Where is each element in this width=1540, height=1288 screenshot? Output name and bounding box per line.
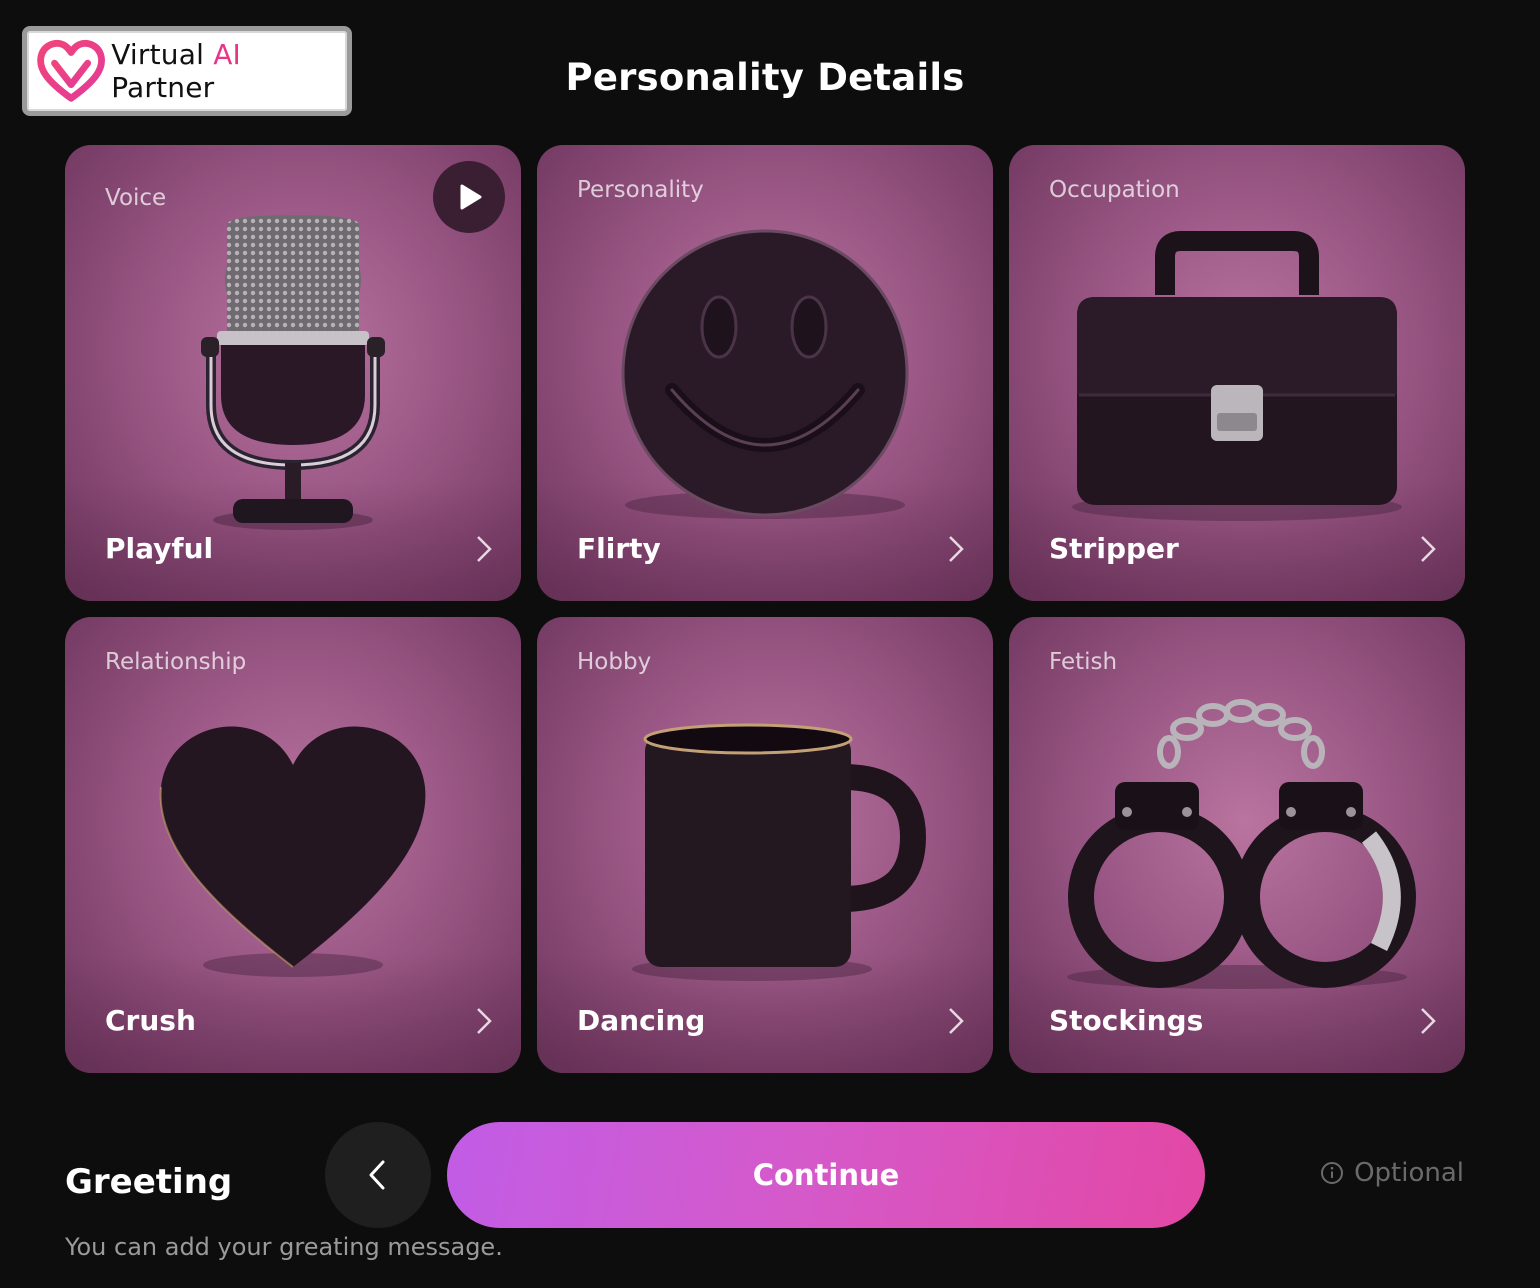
card-relationship[interactable]: Relationship Crush: [65, 617, 521, 1073]
optional-label[interactable]: Optional: [1320, 1158, 1464, 1188]
card-value: Stockings: [1049, 1004, 1204, 1037]
card-value: Crush: [105, 1004, 196, 1037]
page: Virtual AI Partner Personality Details V…: [0, 0, 1540, 1288]
greeting-description: You can add your greating message.: [65, 1233, 503, 1261]
chevron-right-icon: [477, 1008, 492, 1034]
card-category: Personality: [577, 177, 704, 203]
card-personality[interactable]: Personality Flirty: [537, 145, 993, 601]
greeting-title: Greeting: [65, 1162, 233, 1202]
card-category: Occupation: [1049, 177, 1180, 203]
optional-text: Optional: [1354, 1158, 1464, 1188]
card-category: Relationship: [105, 649, 247, 675]
card-category: Hobby: [577, 649, 652, 675]
card-value: Dancing: [577, 1004, 706, 1037]
card-value: Flirty: [577, 532, 661, 565]
page-title: Personality Details: [565, 56, 965, 99]
card-value: Stripper: [1049, 532, 1179, 565]
play-voice-button[interactable]: [433, 161, 505, 233]
info-icon: [1321, 1162, 1344, 1184]
chevron-right-icon: [949, 1008, 964, 1034]
card-value: Playful: [105, 532, 214, 565]
chevron-right-icon: [1421, 536, 1436, 562]
card-fetish[interactable]: Fetish Stockings: [1009, 617, 1465, 1073]
card-occupation[interactable]: Occupation Stripper: [1009, 145, 1465, 601]
card-category: Voice: [105, 185, 167, 211]
chevron-left-icon: [369, 1160, 385, 1190]
card-category: Fetish: [1049, 649, 1118, 675]
chevron-right-icon: [477, 536, 492, 562]
chevron-right-icon: [1421, 1008, 1436, 1034]
chevron-right-icon: [949, 536, 964, 562]
continue-button[interactable]: Continue: [447, 1122, 1205, 1228]
card-hobby[interactable]: Hobby Dancing: [537, 617, 993, 1073]
trait-grid: Voice Playful Personality Flirty Occupat…: [65, 145, 1465, 1073]
play-icon: [460, 184, 482, 210]
card-voice[interactable]: Voice Playful: [65, 145, 521, 601]
back-button[interactable]: [325, 1122, 431, 1228]
